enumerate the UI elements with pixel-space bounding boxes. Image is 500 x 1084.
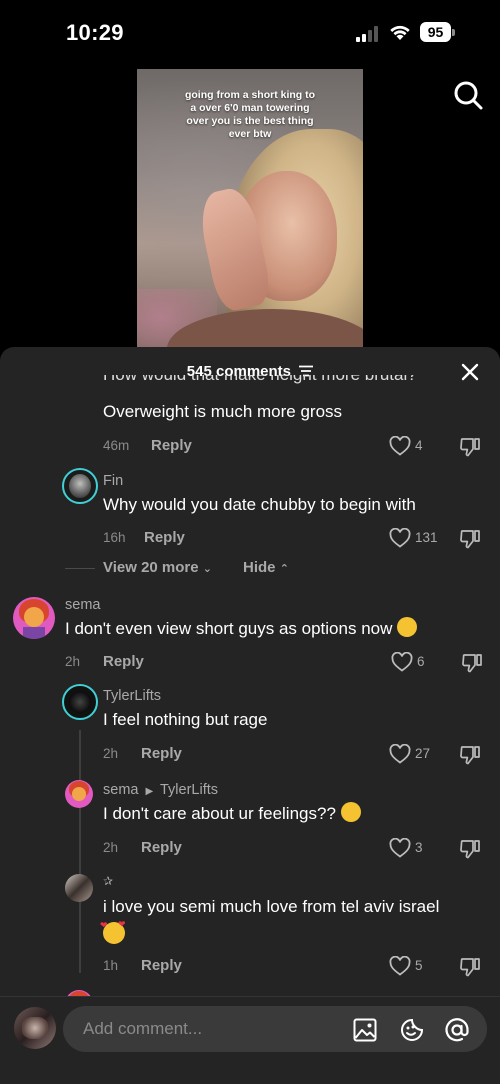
comment-composer: Add comment... xyxy=(0,996,500,1084)
avatar[interactable] xyxy=(13,597,55,639)
heart-icon[interactable] xyxy=(389,528,411,548)
avatar-body xyxy=(23,627,45,639)
comment-time: 2h xyxy=(103,840,119,855)
reply-button[interactable]: Reply xyxy=(141,745,182,762)
close-icon[interactable] xyxy=(460,362,480,382)
thumbs-down-icon[interactable] xyxy=(459,839,481,859)
heart-icon[interactable] xyxy=(389,838,411,858)
thumbs-down-icon[interactable] xyxy=(459,437,481,457)
comment-username[interactable]: TylerLifts xyxy=(103,688,161,704)
comment-time: 46m xyxy=(103,438,130,453)
comment-time: 2h xyxy=(103,746,119,761)
avatar-face xyxy=(24,607,44,627)
cellular-signal-icon xyxy=(356,26,378,42)
battery-level: 95 xyxy=(420,22,451,42)
caption-line: over you is the best thing xyxy=(186,115,314,127)
wifi-icon xyxy=(390,25,410,40)
search-icon[interactable] xyxy=(452,79,484,111)
heart-icon[interactable] xyxy=(391,652,413,672)
video-caption: going from a short king to a over 6'0 ma… xyxy=(137,89,363,141)
like-count: 5 xyxy=(415,958,423,973)
comments-sheet: 545 comments How would that make height … xyxy=(0,347,500,1084)
thread-line xyxy=(79,730,81,973)
chevron-down-icon: ⌄ xyxy=(202,563,213,575)
avatar-face xyxy=(72,787,86,801)
caption-line: ever btw xyxy=(228,128,272,140)
like-count: 131 xyxy=(415,530,438,545)
reply-arrow-icon: ▶ xyxy=(145,786,154,797)
comment-text: Why would you date chubby to begin with xyxy=(103,495,416,514)
comment-username[interactable]: sema xyxy=(65,597,100,613)
comment-username[interactable]: Fin xyxy=(103,473,123,489)
battery-cap xyxy=(452,29,455,36)
smiling-hearts-emoji-icon: ❤ ❤ xyxy=(100,919,126,944)
thumbs-down-icon[interactable] xyxy=(459,745,481,765)
my-avatar[interactable] xyxy=(14,1007,56,1049)
thumbs-down-icon[interactable] xyxy=(461,653,483,673)
comment-text: I don't even view short guys as options … xyxy=(65,616,418,642)
reply-button[interactable]: Reply xyxy=(151,437,192,454)
comment-text: Overweight is much more gross xyxy=(103,402,343,421)
avatar[interactable] xyxy=(62,468,98,504)
battery-indicator: 95 xyxy=(420,22,455,42)
comment-time: 2h xyxy=(65,654,81,669)
avatar-image xyxy=(22,1017,48,1039)
thumbs-down-icon[interactable] xyxy=(459,529,481,549)
like-count: 27 xyxy=(415,746,431,761)
thumbs-down-icon[interactable] xyxy=(459,957,481,977)
avatar-image xyxy=(69,474,91,498)
caption-line: a over 6'0 man towering xyxy=(190,102,310,114)
chevron-up-icon: ⌃ xyxy=(279,563,289,575)
caption-line: going from a short king to xyxy=(184,89,316,101)
comment-input-placeholder: Add comment... xyxy=(83,1019,203,1038)
heart-icon[interactable] xyxy=(389,956,411,976)
reply-button[interactable]: Reply xyxy=(141,839,182,856)
hide-replies-button[interactable]: Hide ⌃ xyxy=(243,559,289,576)
avatar[interactable] xyxy=(65,780,93,808)
heart-icon[interactable] xyxy=(389,436,411,456)
emoji-icon[interactable] xyxy=(399,1017,425,1043)
view-more-divider xyxy=(65,568,95,569)
avatar-image xyxy=(69,691,91,713)
at-icon[interactable] xyxy=(444,1017,470,1043)
reply-button[interactable]: Reply xyxy=(144,529,185,546)
crying-emoji-icon xyxy=(397,617,418,637)
comment-text: i love you semi much love from tel aviv … xyxy=(103,897,440,916)
view-more-replies-button[interactable]: View 20 more ⌄ xyxy=(103,559,212,576)
reply-button[interactable]: Reply xyxy=(141,957,182,974)
reply-button[interactable]: Reply xyxy=(103,653,144,670)
comment-time: 1h xyxy=(103,958,119,973)
comment-text: I don't care about ur feelings?? xyxy=(103,801,361,827)
status-bar: 10:29 95 xyxy=(0,0,500,62)
like-count: 4 xyxy=(415,438,423,453)
avatar[interactable] xyxy=(65,874,93,902)
video-player[interactable]: going from a short king to a over 6'0 ma… xyxy=(137,69,363,359)
heart-icon[interactable] xyxy=(389,744,411,764)
comment-input[interactable]: Add comment... xyxy=(63,1006,487,1052)
comment-text: I feel nothing but rage xyxy=(103,710,268,729)
comment-username[interactable]: ✰ xyxy=(103,874,113,888)
crying-emoji-icon xyxy=(340,802,361,822)
comment-username: sema ▶ TylerLifts xyxy=(103,782,218,798)
like-count: 6 xyxy=(417,654,425,669)
comment-time: 16h xyxy=(103,530,126,545)
comment-partial-text: How would that make height more brutal? xyxy=(103,375,417,387)
clock: 10:29 xyxy=(66,20,124,45)
like-count: 3 xyxy=(415,840,423,855)
avatar[interactable] xyxy=(62,684,98,720)
image-icon[interactable] xyxy=(352,1017,378,1043)
